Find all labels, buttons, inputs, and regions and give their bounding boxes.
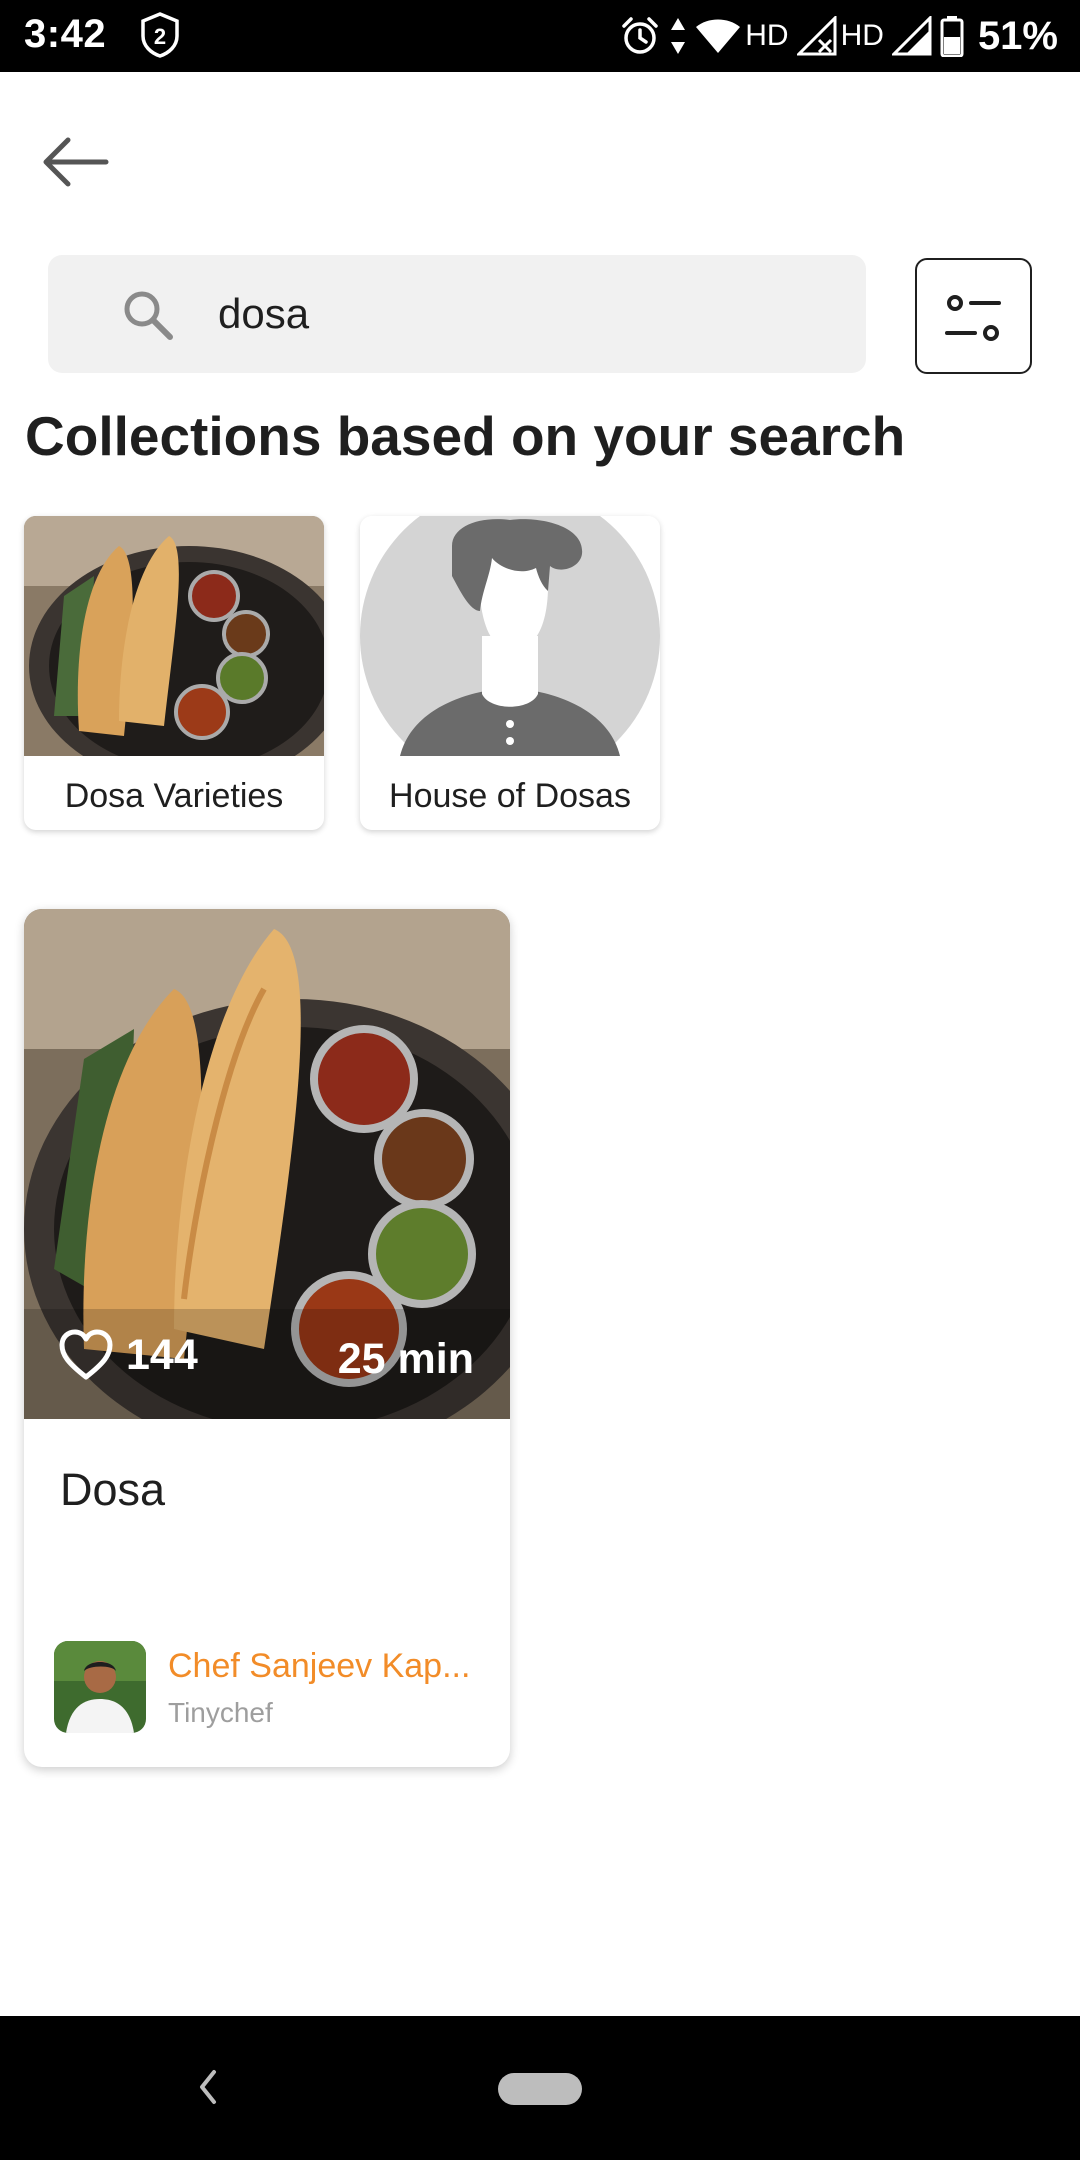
collection-image [24,516,324,756]
collections-title: Collections based on your search [25,405,906,467]
cook-time: 25 min [337,1335,474,1383]
battery-icon [940,16,964,57]
back-button[interactable] [40,122,136,202]
heart-outline-icon [59,1329,113,1380]
collection-image [360,516,660,756]
arrow-left-icon [43,137,109,187]
nav-back-icon[interactable] [180,2052,236,2122]
battery-percent: 51% [977,13,1058,58]
data-arrows-icon [671,18,686,54]
likes-count[interactable]: 144 [58,1329,198,1381]
filter-button[interactable] [915,258,1032,374]
likes-value: 144 [126,1330,198,1379]
alarm-icon [622,17,658,54]
status-bar: 3:42 2 HD HD 51% [0,0,1080,72]
notification-badge-icon: 2 [141,12,179,58]
search-input[interactable] [218,281,818,347]
search-bar[interactable] [48,255,866,373]
status-icons: HD HD 51% [619,10,1058,62]
search-icon [124,291,173,340]
recipe-title: Dosa [60,1464,166,1515]
network-hd-label: HD [745,19,789,52]
dosa-plate-photo [24,516,324,756]
collection-card-house-of-dosas[interactable]: House of Dosas [360,516,660,830]
filter-sliders-icon [945,295,1001,341]
nav-home-pill[interactable] [498,2073,582,2105]
chef-avatar[interactable] [54,1641,146,1733]
recipe-card[interactable]: 144 25 min Dosa Chef Sanjeev Kap... Tiny… [24,909,510,1767]
chef-source: Tinychef [168,1697,273,1728]
chef-name[interactable]: Chef Sanjeev Kap... [168,1647,470,1686]
system-nav-bar [0,2016,1080,2160]
notification-badge-count: 2 [154,24,166,49]
chef-photo [54,1641,146,1733]
collection-card-dosa-varieties[interactable]: Dosa Varieties [24,516,324,830]
collection-label: Dosa Varieties [64,777,284,815]
collection-label: House of Dosas [389,777,631,815]
signal-icon [891,16,932,56]
default-avatar-placeholder [360,516,660,756]
network-hd-label-2: HD [840,19,884,52]
status-time: 3:42 [24,12,107,56]
signal-x-icon [796,16,837,56]
wifi-icon [696,19,741,53]
